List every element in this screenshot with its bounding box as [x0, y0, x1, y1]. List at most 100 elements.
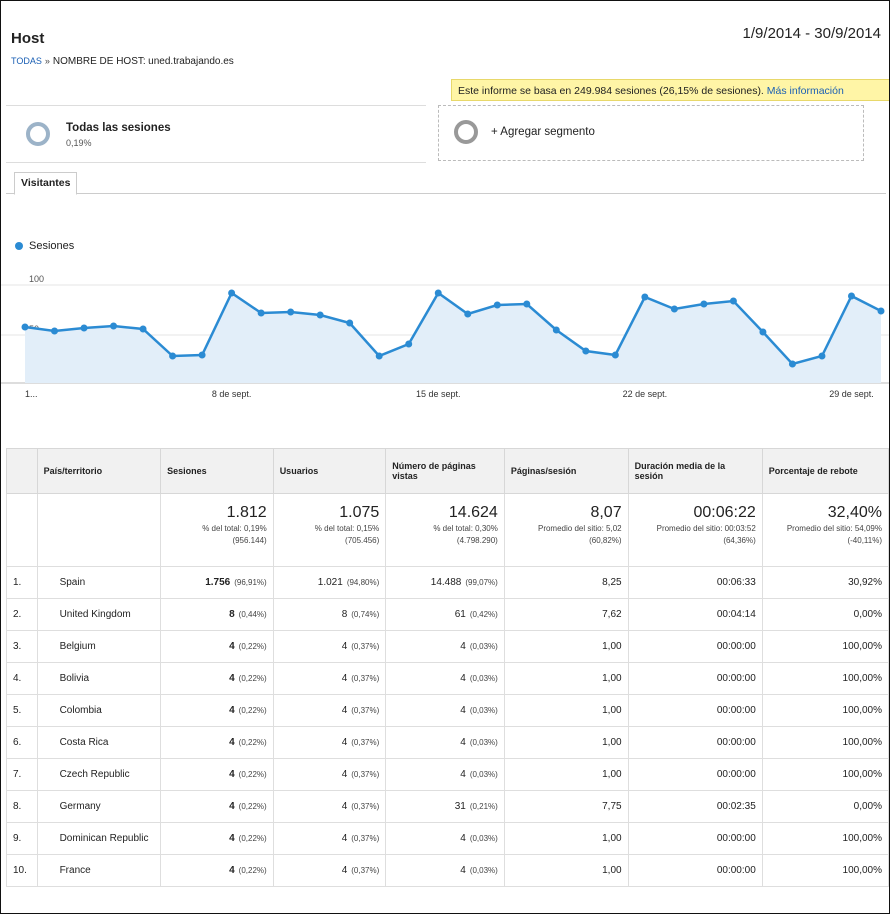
- header-bounce-rate[interactable]: Porcentaje de rebote: [761, 448, 889, 494]
- x-tick-label: 8 de sept.: [212, 389, 252, 399]
- more-info-link[interactable]: Más información: [767, 85, 844, 97]
- header-pages-per-session[interactable]: Páginas/sesión: [503, 448, 629, 494]
- sampling-notice-text: Este informe se basa en 249.984 sesiones…: [458, 85, 764, 97]
- row-country-link[interactable]: United Kingdom: [36, 598, 162, 631]
- row-users: 4 (0,37%): [272, 790, 387, 823]
- table-row[interactable]: 9. Dominican Republic 4 (0,22%) 4 (0,37%) 4 (0,…: [6, 822, 889, 855]
- totals-bounce: 32,40% Promedio del sitio: 54,09% (-40,11%…: [761, 493, 889, 567]
- row-sessions: 8 (0,44%): [160, 598, 274, 631]
- totals-sessions-sub1: % del total: 0,19%: [202, 524, 267, 533]
- row-users-pct: (94,80%): [346, 578, 380, 587]
- row-rank: 10.: [6, 854, 38, 887]
- row-pps: 1,00: [503, 726, 629, 759]
- row-duration: 00:00:00: [627, 630, 763, 663]
- data-point: [552, 326, 560, 334]
- row-pageviews-pct: (0,03%): [469, 674, 498, 683]
- header-country[interactable]: País/territorio: [36, 448, 162, 494]
- header-avg-duration[interactable]: Duración media de la sesión: [627, 448, 763, 494]
- totals-bounce-sub1: Promedio del sitio: 54,09%: [786, 524, 882, 533]
- row-users-pct: (0,37%): [351, 770, 380, 779]
- row-country-link[interactable]: Germany: [36, 790, 162, 823]
- table-row[interactable]: 7. Czech Republic 4 (0,22%) 4 (0,37%) 4 (0,03%)…: [6, 758, 889, 791]
- row-pageviews-pct: (0,03%): [469, 642, 498, 651]
- row-sessions-value: 4: [229, 801, 235, 812]
- header-sessions[interactable]: Sesiones: [160, 448, 274, 494]
- row-duration: 00:06:33: [627, 566, 763, 599]
- row-users-value: 1.021: [317, 577, 343, 588]
- totals-pps-value: 8,07: [590, 504, 622, 521]
- totals-pageviews-sub2: (4.798.290): [456, 536, 498, 545]
- data-point: [611, 351, 619, 359]
- row-sessions: 4 (0,22%): [160, 854, 274, 887]
- table-row[interactable]: 1. Spain 1.756 (96,91%) 1.021 (94,80%) 14.488(…: [6, 566, 889, 599]
- row-sessions: 4 (0,22%): [160, 630, 274, 663]
- row-duration: 00:00:00: [627, 854, 763, 887]
- row-bounce: 0,00%: [761, 790, 889, 823]
- data-point: [464, 310, 472, 318]
- x-tick-label: 15 de sept.: [416, 389, 461, 399]
- y-tick-label: 100: [29, 274, 44, 284]
- row-country-link[interactable]: Dominican Republic: [36, 822, 162, 855]
- totals-pageviews: 14.624 % del total: 0,30% (4.798.290): [385, 493, 505, 567]
- row-country-link[interactable]: Spain: [36, 566, 162, 599]
- row-sessions-value: 4: [229, 865, 235, 876]
- row-pageviews: 31 (0,21%): [385, 790, 505, 823]
- row-users-value: 4: [341, 705, 348, 716]
- data-point: [818, 352, 826, 360]
- data-point: [228, 289, 236, 297]
- row-rank: 7.: [6, 758, 38, 791]
- row-country-link[interactable]: France: [36, 854, 162, 887]
- segment-label: Todas las sesiones: [66, 122, 171, 134]
- row-sessions: 4 (0,22%): [160, 662, 274, 695]
- row-country-link[interactable]: Czech Republic: [36, 758, 162, 791]
- row-pageviews-value: 61: [454, 609, 466, 620]
- table-row[interactable]: 6. Costa Rica 4 (0,22%) 4 (0,37%) 4 (0,03%) 1,00…: [6, 726, 889, 759]
- row-bounce: 100,00%: [761, 630, 889, 663]
- table-row[interactable]: 3. Belgium 4 (0,22%) 4 (0,37%) 4 (0,03%) 1,00 00:…: [6, 630, 889, 663]
- page-title: Host: [11, 30, 45, 47]
- totals-pps-sub1: Promedio del sitio: 5,02: [537, 524, 622, 533]
- row-country-link[interactable]: Costa Rica: [36, 726, 162, 759]
- row-country-link[interactable]: Bolivia: [36, 662, 162, 695]
- data-point: [139, 325, 147, 333]
- row-duration: 00:04:14: [627, 598, 763, 631]
- data-point: [51, 327, 59, 335]
- segment-circle-icon: [454, 120, 478, 144]
- tab-visitors[interactable]: Visitantes: [14, 172, 78, 195]
- segment-all-sessions[interactable]: Todas las sesiones 0,19%: [6, 105, 426, 163]
- breadcrumb-current-label: NOMBRE DE HOST:: [52, 56, 146, 67]
- data-point: [729, 297, 737, 305]
- row-pageviews: 4 (0,03%): [385, 694, 505, 727]
- row-sessions-pct: (0,22%): [238, 802, 267, 811]
- header-pageviews[interactable]: Número de páginas vistas: [385, 448, 505, 494]
- row-pageviews-pct: (99,07%): [465, 578, 498, 587]
- totals-row: 1.812 % del total: 0,19% (956.144) 1.075 % …: [6, 493, 889, 567]
- header-users[interactable]: Usuarios: [272, 448, 387, 494]
- row-country-link[interactable]: Belgium: [36, 630, 162, 663]
- row-rank: 3.: [6, 630, 38, 663]
- row-duration: 00:00:00: [627, 758, 763, 791]
- table-row[interactable]: 5. Colombia 4 (0,22%) 4 (0,37%) 4 (0,03%) 1,00 00…: [6, 694, 889, 727]
- row-country-link[interactable]: Colombia: [36, 694, 162, 727]
- row-sessions-pct: (96,91%): [234, 578, 267, 587]
- chart-legend[interactable]: Sesiones: [15, 240, 74, 252]
- row-users-pct: (0,37%): [351, 866, 380, 875]
- row-duration: 00:02:35: [627, 790, 763, 823]
- row-sessions-pct: (0,22%): [238, 674, 267, 683]
- date-range-selector[interactable]: 1/9/2014 - 30/9/2014: [743, 25, 881, 42]
- row-duration: 00:00:00: [627, 662, 763, 695]
- add-segment-button[interactable]: + Agregar segmento: [438, 105, 864, 161]
- row-pageviews: 4 (0,03%): [385, 662, 505, 695]
- table-row[interactable]: 10. France 4 (0,22%) 4 (0,37%) 4 (0,03%) 1,00 00:…: [6, 854, 889, 887]
- row-rank: 6.: [6, 726, 38, 759]
- row-pageviews: 4 (0,03%): [385, 822, 505, 855]
- row-users-pct: (0,37%): [351, 706, 380, 715]
- row-sessions: 4 (0,22%): [160, 694, 274, 727]
- row-pps: 1,00: [503, 630, 629, 663]
- row-sessions-value: 8: [229, 609, 235, 620]
- table-row[interactable]: 4. Bolivia 4 (0,22%) 4 (0,37%) 4 (0,03%) 1,00 00:…: [6, 662, 889, 695]
- row-duration: 00:00:00: [627, 822, 763, 855]
- table-row[interactable]: 2. United Kingdom 8 (0,44%) 8 (0,74%) 61 (0,42%…: [6, 598, 889, 631]
- breadcrumb-root-link[interactable]: TODAS: [11, 56, 42, 66]
- table-row[interactable]: 8. Germany 4 (0,22%) 4 (0,37%) 31 (0,21%) 7,75 00…: [6, 790, 889, 823]
